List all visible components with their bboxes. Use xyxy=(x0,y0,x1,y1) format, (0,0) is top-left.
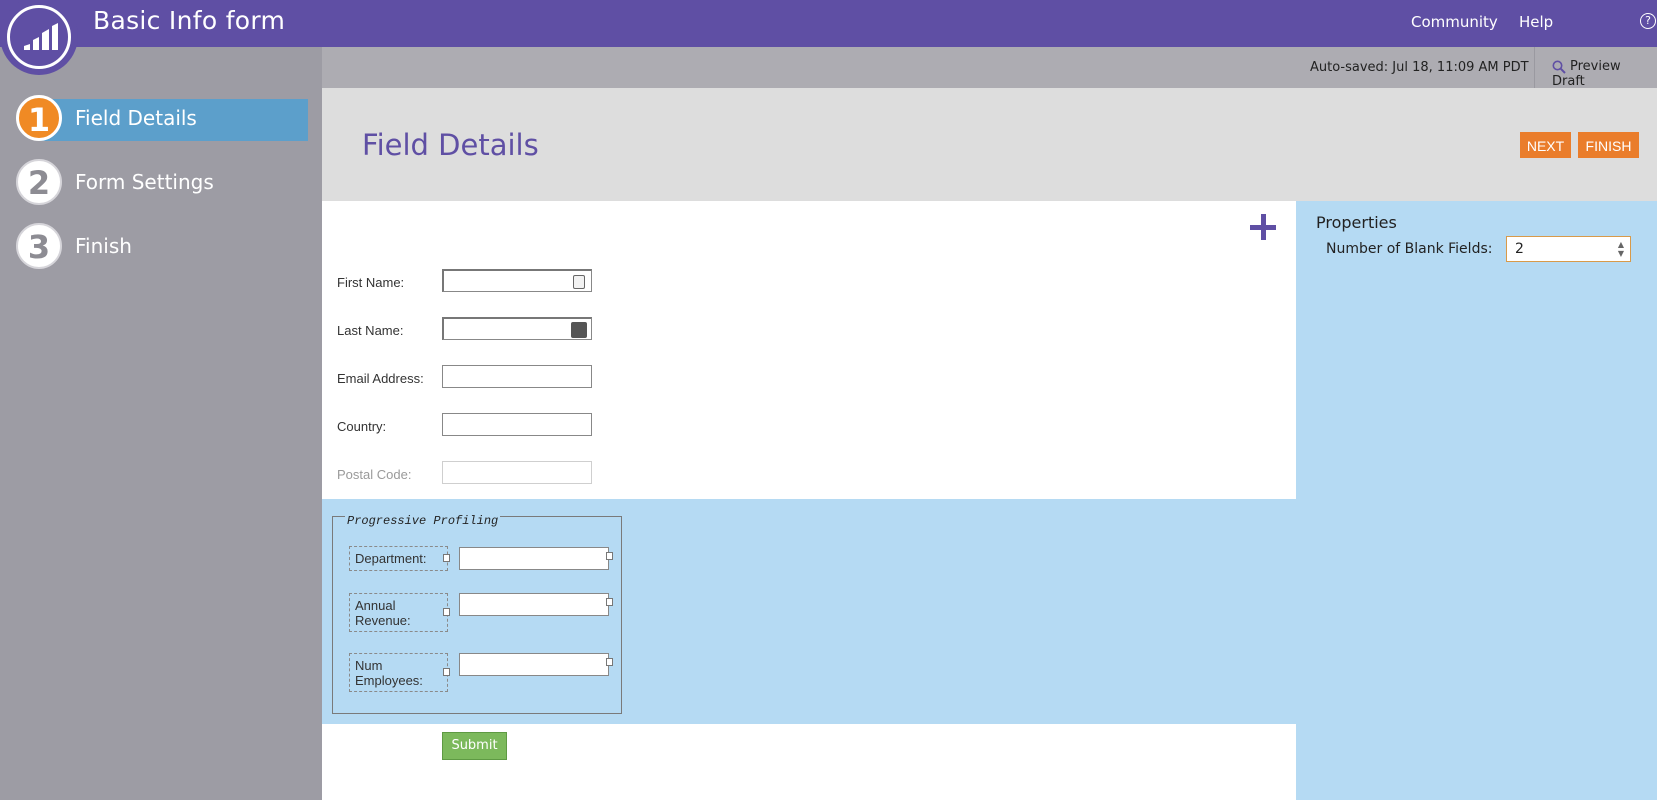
postal-code-input[interactable] xyxy=(442,461,592,484)
step-number: 1 xyxy=(16,95,62,141)
resize-handle[interactable] xyxy=(606,658,613,666)
page-header: Field Details NEXT FINISH xyxy=(322,88,1657,201)
pp-label-num-employees[interactable]: Num Employees: xyxy=(349,653,448,692)
app-title: Basic Info form xyxy=(93,6,286,35)
blank-fields-value: 2 xyxy=(1515,241,1524,257)
community-link[interactable]: Community xyxy=(1411,13,1498,31)
page-title: Field Details xyxy=(362,128,539,162)
marketo-logo[interactable] xyxy=(0,0,78,75)
form-canvas: First Name: Last Name: Email Address: Co… xyxy=(322,201,1296,800)
next-button[interactable]: NEXT xyxy=(1520,132,1571,158)
top-bar: Basic Info form Community Help ? xyxy=(0,0,1657,47)
step-field-details[interactable]: 1 Field Details xyxy=(16,95,308,141)
contact-card-icon xyxy=(573,275,585,289)
wizard-sidebar: 1 Field Details 2 Form Settings 3 Finish xyxy=(0,47,322,800)
progressive-profiling-legend: Progressive Profiling xyxy=(345,514,501,528)
search-icon xyxy=(1552,60,1566,74)
help-icon[interactable]: ? xyxy=(1640,13,1656,29)
finish-button[interactable]: FINISH xyxy=(1578,132,1639,158)
last-name-input[interactable] xyxy=(442,317,592,340)
resize-handle[interactable] xyxy=(606,598,613,606)
add-field-icon[interactable] xyxy=(1250,214,1276,240)
pp-label-department[interactable]: Department: xyxy=(349,546,448,571)
country-input[interactable] xyxy=(442,413,592,436)
submit-button[interactable]: Submit xyxy=(442,732,507,760)
field-label-last-name: Last Name: xyxy=(337,323,404,338)
field-label-country: Country: xyxy=(337,419,387,434)
field-label-postal-code: Postal Code: xyxy=(337,467,412,482)
password-manager-icon xyxy=(571,322,587,338)
logo-icon xyxy=(7,5,71,69)
field-label-email: Email Address: xyxy=(337,371,424,386)
field-label-first-name: First Name: xyxy=(337,275,405,290)
resize-handle[interactable] xyxy=(443,608,450,616)
num-employees-input[interactable] xyxy=(459,653,609,676)
divider xyxy=(1534,47,1535,88)
properties-title: Properties xyxy=(1316,213,1397,232)
pp-label-annual-revenue[interactable]: Annual Revenue: xyxy=(349,593,448,632)
autosaved-status: Auto-saved: Jul 18, 11:09 AM PDT xyxy=(1310,60,1529,75)
properties-panel: Properties Number of Blank Fields: 2 ▲ ▼ xyxy=(1296,201,1657,800)
preview-draft-button[interactable]: Preview Draft xyxy=(1552,59,1657,89)
resize-handle[interactable] xyxy=(606,552,613,560)
first-name-input[interactable] xyxy=(442,269,592,292)
step-label: Field Details xyxy=(75,106,197,130)
step-label: Form Settings xyxy=(75,170,214,194)
help-link[interactable]: Help xyxy=(1519,13,1553,31)
step-number: 3 xyxy=(16,223,62,269)
blank-fields-stepper[interactable]: 2 ▲ ▼ xyxy=(1506,236,1631,262)
step-number: 2 xyxy=(16,159,62,205)
status-bar: Auto-saved: Jul 18, 11:09 AM PDT Preview… xyxy=(322,47,1657,89)
progressive-profiling-band: Progressive Profiling Department: Annual… xyxy=(322,499,1296,724)
department-input[interactable] xyxy=(459,547,609,570)
email-input[interactable] xyxy=(442,365,592,388)
blank-fields-label: Number of Blank Fields: xyxy=(1326,241,1493,257)
step-label: Finish xyxy=(75,234,132,258)
spinner-arrows-icon[interactable]: ▲ ▼ xyxy=(1618,240,1624,258)
resize-handle[interactable] xyxy=(443,668,450,676)
progressive-profiling-box[interactable]: Progressive Profiling Department: Annual… xyxy=(332,514,622,714)
resize-handle[interactable] xyxy=(443,554,450,562)
step-finish[interactable]: 3 Finish xyxy=(16,223,292,269)
step-form-settings[interactable]: 2 Form Settings xyxy=(16,159,292,205)
annual-revenue-input[interactable] xyxy=(459,593,609,616)
